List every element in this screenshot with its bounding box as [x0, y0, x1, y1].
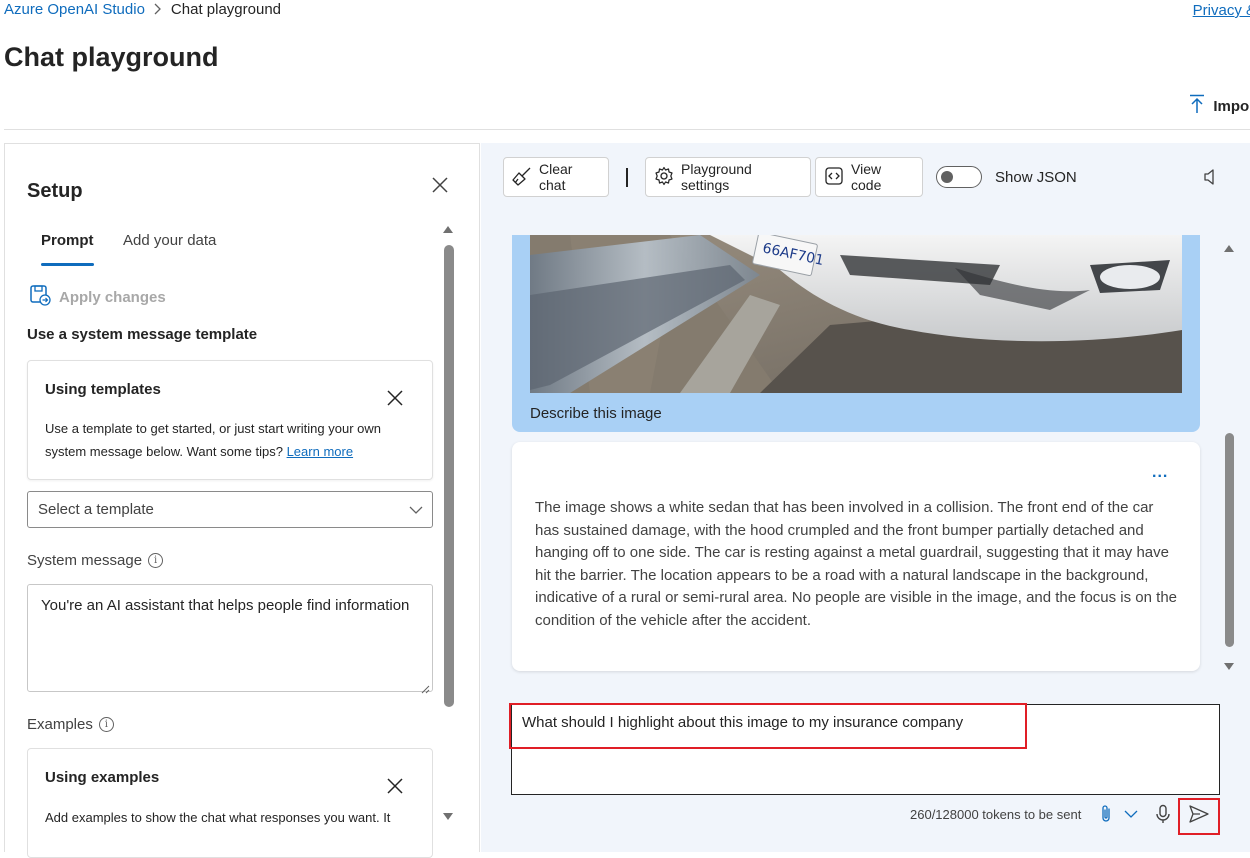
chat-input-value: What should I highlight about this image… — [522, 714, 964, 731]
setup-title: Setup — [27, 180, 83, 202]
speaker-icon[interactable] — [1201, 167, 1221, 187]
templates-info-card: Using templates Use a template to get st… — [27, 360, 433, 480]
chevron-down-icon — [408, 502, 424, 518]
send-button[interactable] — [1178, 798, 1220, 835]
examples-info-card: Using examples Add examples to show the … — [27, 748, 433, 858]
system-message-textarea[interactable]: You're an AI assistant that helps people… — [27, 584, 433, 694]
breadcrumb-root-link[interactable]: Azure OpenAI Studio — [4, 1, 145, 18]
clear-chat-button[interactable]: Clear chat — [503, 157, 609, 197]
uploaded-car-image[interactable]: 66AF701 — [530, 235, 1182, 393]
breadcrumb-current: Chat playground — [170, 1, 281, 18]
chevron-down-icon[interactable] — [1123, 807, 1139, 821]
learn-more-link[interactable]: Learn more — [287, 444, 353, 459]
examples-label: Examples i — [27, 716, 114, 733]
template-select-value: Select a template — [38, 501, 154, 518]
assistant-message-text: The image shows a white sedan that has b… — [535, 499, 1178, 629]
toggle-knob — [941, 171, 953, 183]
scroll-down-arrow-icon[interactable] — [1224, 663, 1234, 670]
resize-grip-icon[interactable] — [420, 679, 430, 694]
examples-card-text: Add examples to show the chat what respo… — [45, 810, 391, 825]
playground-settings-button[interactable]: Playground settings — [645, 157, 811, 197]
upload-icon — [1189, 94, 1205, 118]
assistant-message-card: ... The image shows a white sedan that h… — [512, 442, 1200, 671]
apply-changes-label: Apply changes — [59, 288, 166, 306]
setup-panel: Setup Prompt Add your data Apply changes… — [4, 143, 480, 858]
info-icon[interactable]: i — [98, 717, 114, 732]
apply-changes-button[interactable]: Apply changes — [29, 284, 166, 310]
chat-area: Clear chat Playground settings View code… — [481, 143, 1250, 852]
templates-card-title: Using templates — [45, 381, 161, 398]
token-count: 260/128000 tokens to be sent — [910, 807, 1082, 822]
tab-prompt[interactable]: Prompt — [41, 232, 94, 249]
tab-add-your-data[interactable]: Add your data — [123, 232, 216, 249]
chevron-right-icon — [153, 2, 163, 18]
import-button[interactable]: Import — [1189, 94, 1250, 118]
gear-icon — [654, 166, 674, 189]
page-title: Chat playground — [4, 42, 219, 72]
save-icon — [29, 284, 51, 310]
view-code-label: View code — [851, 161, 882, 193]
user-message-bubble: 66AF701 Describe this image — [512, 235, 1200, 432]
system-message-label: System message i — [27, 552, 164, 569]
close-icon[interactable] — [385, 776, 405, 796]
user-message-text: Describe this image — [530, 405, 662, 422]
scroll-up-arrow-icon[interactable] — [443, 226, 453, 233]
info-icon[interactable]: i — [148, 553, 164, 568]
broom-icon — [512, 166, 532, 189]
chat-scrollbar-thumb[interactable] — [1225, 433, 1234, 647]
system-message-label-text: System message — [27, 552, 143, 569]
import-label: Import — [1213, 97, 1250, 115]
view-code-button[interactable]: View code — [815, 157, 923, 197]
code-icon — [824, 166, 844, 189]
setup-scrollbar-thumb[interactable] — [444, 245, 454, 707]
templates-card-text: Use a template to get started, or just s… — [45, 417, 415, 463]
clear-chat-label: Clear chat — [539, 161, 573, 193]
examples-label-text: Examples — [27, 716, 93, 733]
send-icon — [1188, 804, 1210, 829]
scroll-down-arrow-icon[interactable] — [443, 813, 453, 820]
paperclip-icon[interactable] — [1098, 804, 1114, 824]
privacy-link[interactable]: Privacy & — [1193, 2, 1250, 19]
header-divider — [4, 129, 1250, 130]
microphone-icon[interactable] — [1155, 804, 1171, 824]
close-icon[interactable] — [385, 388, 405, 408]
scroll-up-arrow-icon[interactable] — [1224, 245, 1234, 252]
template-select[interactable]: Select a template — [27, 491, 433, 528]
template-heading: Use a system message template — [27, 326, 258, 343]
playground-settings-label: Playground settings — [681, 161, 752, 193]
show-json-label: Show JSON — [995, 169, 1077, 186]
examples-card-title: Using examples — [45, 769, 160, 786]
active-tab-indicator — [41, 263, 94, 266]
toolbar-divider — [626, 168, 628, 187]
close-icon[interactable] — [429, 174, 451, 196]
breadcrumb: Azure OpenAI Studio Chat playground — [4, 1, 281, 18]
system-message-value: You're an AI assistant that helps people… — [41, 597, 410, 614]
more-options-button[interactable]: ... — [1152, 464, 1168, 482]
show-json-toggle[interactable] — [936, 166, 982, 188]
